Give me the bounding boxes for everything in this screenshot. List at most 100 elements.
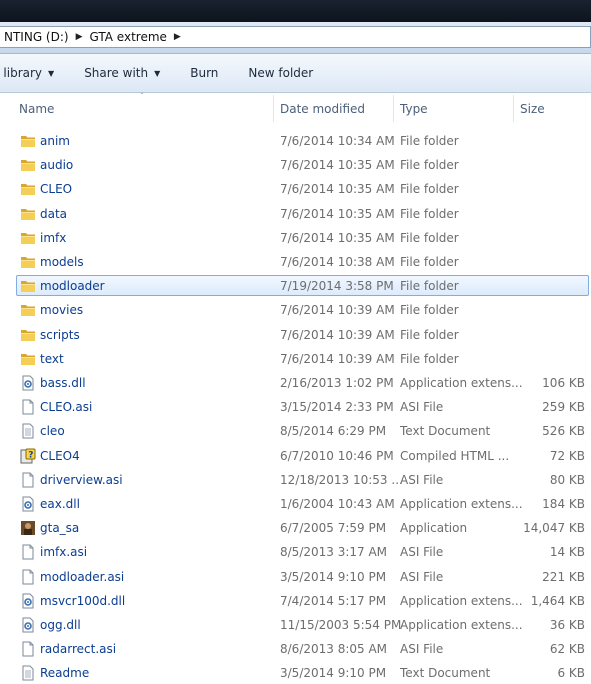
folder-icon — [20, 181, 36, 197]
folder-icon — [20, 133, 36, 149]
breadcrumb-folder[interactable]: GTA extreme — [86, 30, 171, 44]
file-row[interactable]: data 7/6/2014 10:35 AM File folder — [0, 203, 591, 225]
file-name: msvcr100d.dll — [40, 593, 126, 608]
file-name: bass.dll — [40, 376, 86, 390]
file-type: File folder — [400, 182, 459, 197]
file-date-modified: 7/4/2014 5:17 PM — [280, 593, 387, 608]
chm-help-icon: ? — [20, 448, 36, 464]
file-row[interactable]: models 7/6/2014 10:38 AM File folder — [0, 251, 591, 273]
file-name: CLEO4 — [40, 448, 80, 463]
file-name: audio — [40, 158, 74, 173]
file-name: imfx — [40, 230, 67, 245]
column-divider[interactable] — [393, 95, 394, 122]
column-name[interactable]: Name — [19, 93, 54, 123]
text-file-icon — [20, 423, 36, 439]
file-size: 184 KB — [542, 497, 585, 511]
file-row[interactable]: msvcr100d.dll 7/4/2014 5:17 PM Application… — [0, 590, 591, 612]
file-name: cleo — [40, 424, 65, 439]
file-type: ASI File — [400, 569, 444, 584]
file-name: gta_sa — [40, 521, 80, 536]
address-bar: NTING (D:) ▶ GTA extreme ▶ — [0, 22, 591, 54]
file-name: imfx.asi — [40, 545, 88, 560]
folder-icon — [20, 254, 36, 270]
file-name: movies — [40, 303, 84, 318]
file-type: Application — [400, 521, 468, 536]
file-row[interactable]: imfx 7/6/2014 10:35 AM File folder — [0, 227, 591, 249]
file-row[interactable]: radarrect.asi 8/6/2013 8:05 AM ASI File 62 … — [0, 638, 591, 660]
file-size: 526 KB — [542, 424, 585, 439]
file-row[interactable]: text 7/6/2014 10:39 AM File folder — [0, 348, 591, 370]
folder-icon — [20, 230, 36, 246]
file-date-modified: 7/6/2014 10:35 AM — [280, 182, 395, 197]
file-row[interactable]: modloader 7/19/2014 3:58 PM File folder — [0, 275, 591, 297]
share-with-button[interactable]: Share with ▼ — [69, 66, 175, 80]
column-date-modified[interactable]: Date modified — [280, 93, 365, 123]
file-type: File folder — [400, 327, 459, 342]
file-type: ASI File — [400, 545, 444, 560]
dropdown-arrow-icon: ▼ — [48, 68, 55, 78]
file-row[interactable]: driverview.asi 12/18/2013 10:53 ... ASI Fi… — [0, 469, 591, 491]
file-row[interactable]: gta_sa 6/7/2005 7:59 PM Application 14,047 … — [0, 517, 591, 539]
window-top-strip — [0, 0, 591, 22]
new-folder-button[interactable]: New folder — [233, 66, 328, 80]
file-row[interactable]: ogg.dll 11/15/2003 5:54 PM Application ext… — [0, 614, 591, 636]
file-size: 72 KB — [549, 448, 585, 463]
file-row[interactable]: ? CLEO4 6/7/2010 10:46 PM Compiled HTML ...… — [0, 445, 591, 467]
file-row[interactable]: cleo 8/5/2014 6:29 PM Text Document 526 KB — [0, 420, 591, 442]
breadcrumb-drive[interactable]: NTING (D:) — [0, 30, 73, 44]
file-name: modloader — [40, 279, 105, 294]
file-size: 221 KB — [542, 569, 585, 584]
folder-icon — [20, 206, 36, 222]
file-type: File folder — [400, 351, 459, 366]
file-date-modified: 12/18/2013 10:53 ... — [280, 472, 403, 487]
file-row[interactable]: CLEO.asi 3/15/2014 2:33 PM ASI File 259 KB — [0, 396, 591, 418]
file-size: 14,047 KB — [523, 521, 585, 536]
file-date-modified: 7/6/2014 10:39 AM — [280, 351, 395, 366]
file-row[interactable]: anim 7/6/2014 10:34 AM File folder — [0, 130, 591, 152]
file-type: File folder — [400, 279, 459, 294]
breadcrumb[interactable]: NTING (D:) ▶ GTA extreme ▶ — [0, 26, 591, 48]
file-date-modified: 11/15/2003 5:54 PM — [280, 618, 402, 632]
dropdown-arrow-icon: ▼ — [154, 68, 161, 78]
column-size[interactable]: Size — [520, 93, 545, 123]
file-row[interactable]: CLEO 7/6/2014 10:35 AM File folder — [0, 178, 591, 200]
file-row[interactable]: scripts 7/6/2014 10:39 AM File folder — [0, 324, 591, 346]
file-date-modified: 6/7/2010 10:46 PM — [280, 448, 394, 463]
file-row[interactable]: modloader.asi 3/5/2014 9:10 PM ASI File 221… — [0, 566, 591, 588]
file-type: File folder — [400, 206, 459, 221]
file-row[interactable]: audio 7/6/2014 10:35 AM File folder — [0, 154, 591, 176]
file-size: 259 KB — [542, 400, 585, 415]
blank-file-icon — [20, 399, 36, 415]
file-date-modified: 3/15/2014 2:33 PM — [280, 400, 394, 415]
folder-icon — [20, 351, 36, 367]
file-type: File folder — [400, 255, 459, 269]
column-divider[interactable] — [273, 95, 274, 122]
breadcrumb-separator-icon[interactable]: ▶ — [171, 32, 184, 42]
include-in-library-button[interactable]: n library ▼ — [0, 66, 69, 80]
blank-file-icon — [20, 544, 36, 560]
file-date-modified: 7/6/2014 10:38 AM — [280, 255, 395, 269]
file-row[interactable]: imfx.asi 8/5/2013 3:17 AM ASI File 14 KB — [0, 541, 591, 563]
file-date-modified: 3/5/2014 9:10 PM — [280, 569, 387, 584]
file-name: scripts — [40, 327, 80, 342]
file-row[interactable]: movies 7/6/2014 10:39 AM File folder — [0, 299, 591, 321]
breadcrumb-separator-icon[interactable]: ▶ — [73, 32, 86, 42]
file-name: anim — [40, 134, 70, 148]
column-divider[interactable] — [513, 95, 514, 122]
file-type: Application extens... — [400, 376, 523, 390]
column-type[interactable]: Type — [400, 93, 428, 123]
file-date-modified: 7/6/2014 10:39 AM — [280, 303, 395, 318]
new-folder-label: New folder — [248, 66, 314, 80]
file-type: Application extens... — [400, 593, 523, 608]
file-row[interactable]: eax.dll 1/6/2004 10:43 AM Application exte… — [0, 493, 591, 515]
file-name: text — [40, 351, 64, 366]
file-date-modified: 7/6/2014 10:34 AM — [280, 134, 395, 148]
file-type: File folder — [400, 158, 459, 173]
file-name: driverview.asi — [40, 472, 123, 487]
folder-icon — [20, 157, 36, 173]
file-type: Application extens... — [400, 497, 523, 511]
file-row[interactable]: bass.dll 2/16/2013 1:02 PM Application ext… — [0, 372, 591, 394]
dll-icon — [20, 496, 36, 512]
file-date-modified: 8/5/2013 3:17 AM — [280, 545, 388, 560]
burn-button[interactable]: Burn — [175, 66, 233, 80]
